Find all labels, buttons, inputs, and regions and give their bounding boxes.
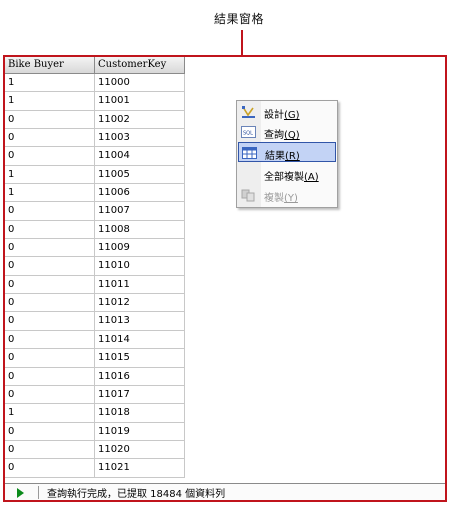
menu-item-label: 設計 <box>264 110 284 121</box>
menu-item-accelerator: (Q) <box>284 130 300 141</box>
menu-item-label: 複製 <box>264 193 284 204</box>
context-menu: 設計(G) SQL 查詢(Q) 結果(R) 全部複製(A) 複製(Y) <box>236 100 338 208</box>
menu-item-accelerator: (G) <box>284 110 300 121</box>
menu-item-accelerator: (A) <box>304 172 319 183</box>
menu-item-label: 查詢 <box>264 130 284 141</box>
callout-pointer-line <box>241 30 243 56</box>
results-grid-icon <box>242 146 257 160</box>
menu-item-copy-all[interactable]: 全部複製(A) <box>238 164 336 184</box>
menu-item-accelerator: (Y) <box>284 193 298 204</box>
copy-icon <box>241 188 256 202</box>
callout-title: 結果窗格 <box>214 12 265 26</box>
menu-item-label: 全部複製 <box>264 172 304 183</box>
menu-item-copy[interactable]: 複製(Y) <box>238 185 336 205</box>
menu-item-results[interactable]: 結果(R) <box>238 142 336 162</box>
menu-item-design[interactable]: 設計(G) <box>238 102 336 122</box>
menu-item-label: 結果 <box>265 151 285 162</box>
sql-pane-icon: SQL <box>241 125 256 139</box>
svg-text:SQL: SQL <box>243 131 253 137</box>
menu-item-accelerator: (R) <box>285 151 300 162</box>
results-pane-highlight-frame <box>3 55 447 502</box>
menu-item-query[interactable]: SQL 查詢(Q) <box>238 122 336 142</box>
design-pane-icon <box>241 105 256 119</box>
